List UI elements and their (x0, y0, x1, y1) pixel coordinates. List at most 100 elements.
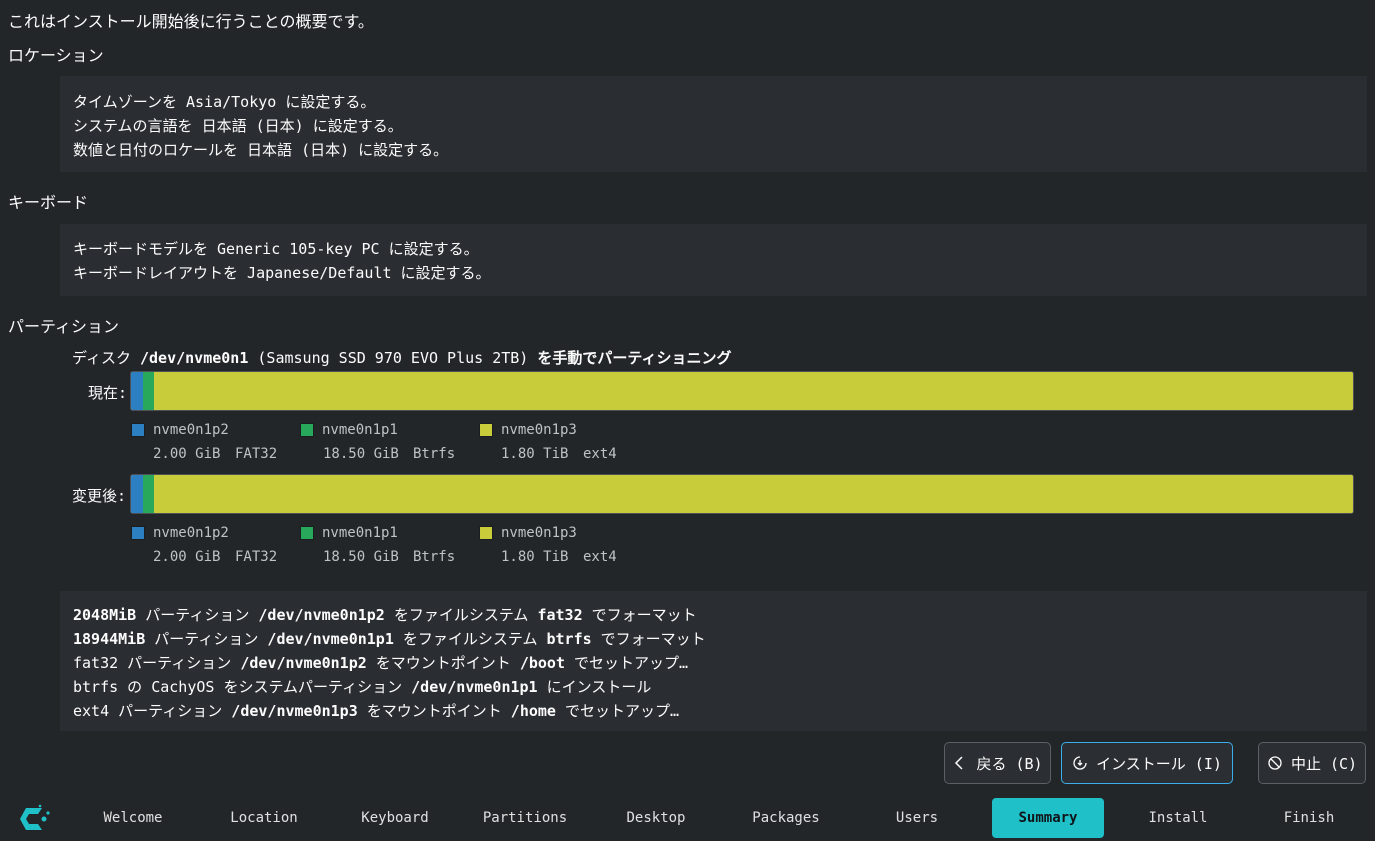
legend-item: nvme0n1p1 (300, 525, 398, 541)
op-text: でフォーマット (591, 630, 706, 648)
back-button-label: 戻る (B) (976, 754, 1043, 773)
location-panel: タイムゾーンを Asia/Tokyo に設定する。 システムの言語を 日本語 (… (60, 76, 1367, 172)
op-text: でセットアップ… (555, 702, 680, 720)
after-partition-bar (130, 474, 1354, 514)
op-text: をマウントポイント (357, 702, 511, 720)
step-keyboard[interactable]: Keyboard (339, 798, 451, 838)
disk-path: /dev/nvme0n1 (139, 349, 249, 367)
op-mount: /home (510, 702, 556, 720)
legend-name: nvme0n1p1 (322, 525, 398, 541)
after-label: 変更後: (72, 487, 127, 505)
bar-segment-p2 (131, 475, 143, 513)
legend-swatch (300, 526, 314, 540)
step-users[interactable]: Users (861, 798, 973, 838)
bar-segment-p3 (154, 372, 1353, 410)
operation-line: fat32 パーティション /dev/nvme0n1p2 をマウントポイント /… (73, 652, 688, 673)
bar-segment-p1 (143, 372, 154, 410)
disk-suffix: を手動でパーティショニング (537, 349, 732, 367)
op-device: /dev/nvme0n1p1 (411, 678, 538, 696)
op-fs: fat32 (73, 654, 119, 672)
cancel-button[interactable]: 中止 (C) (1258, 742, 1366, 784)
legend-swatch (300, 423, 314, 437)
legend-item: nvme0n1p2 (131, 422, 229, 438)
step-packages[interactable]: Packages (730, 798, 842, 838)
op-text: パーティション (145, 630, 268, 648)
op-fs: fat32 (537, 606, 583, 624)
legend-fs: FAT32 (235, 446, 278, 462)
legend-fs: Btrfs (413, 446, 456, 462)
legend-name: nvme0n1p2 (153, 525, 229, 541)
legend-item: nvme0n1p3 (479, 525, 577, 541)
legend-item: nvme0n1p2 (131, 525, 229, 541)
step-install[interactable]: Install (1122, 798, 1234, 838)
legend-swatch (131, 423, 145, 437)
legend-fs: ext4 (583, 446, 617, 462)
op-size: 18944MiB (73, 630, 146, 648)
location-line: タイムゾーンを Asia/Tokyo に設定する。 (73, 93, 376, 111)
location-line: 数値と日付のロケールを 日本語 (日本) に設定する。 (73, 141, 449, 159)
keyboard-line: キーボードモデルを Generic 105-key PC に設定する。 (73, 240, 479, 258)
op-text: でセットアップ… (564, 654, 689, 672)
legend-name: nvme0n1p3 (501, 422, 577, 438)
legend-size: 18.50 GiB (323, 549, 399, 565)
op-text: の CachyOS をシステムパーティション (118, 678, 412, 696)
op-device: /dev/nvme0n1p2 (258, 606, 385, 624)
cancel-button-label: 中止 (C) (1290, 754, 1358, 773)
step-desktop[interactable]: Desktop (600, 798, 712, 838)
summary-intro: これはインストール開始後に行うことの概要です。 (8, 12, 374, 31)
legend-size: 2.00 GiB (153, 446, 221, 462)
op-size: 2048MiB (73, 606, 137, 624)
op-text: にインストール (537, 678, 652, 696)
op-text: をファイルシステム (384, 606, 538, 624)
disk-description: ディスク /dev/nvme0n1 (Samsung SSD 970 EVO P… (72, 347, 731, 368)
legend-fs: Btrfs (413, 549, 456, 565)
operation-line: 18944MiB パーティション /dev/nvme0n1p1 をファイルシステ… (73, 628, 706, 649)
section-title-partitions: パーティション (8, 317, 120, 336)
bar-segment-p2 (131, 372, 143, 410)
section-title-location: ロケーション (8, 46, 104, 65)
legend-swatch (479, 423, 493, 437)
legend-fs: FAT32 (235, 549, 278, 565)
op-text: でフォーマット (582, 606, 697, 624)
install-button[interactable]: インストール (I) (1061, 742, 1233, 784)
legend-name: nvme0n1p3 (501, 525, 577, 541)
step-location[interactable]: Location (208, 798, 320, 838)
install-button-label: インストール (I) (1096, 754, 1222, 773)
legend-swatch (131, 526, 145, 540)
legend-size: 18.50 GiB (323, 446, 399, 462)
legend-item: nvme0n1p1 (300, 422, 398, 438)
step-summary[interactable]: Summary (992, 798, 1104, 838)
step-finish[interactable]: Finish (1253, 798, 1365, 838)
current-partition-bar (130, 371, 1354, 411)
operation-line: btrfs の CachyOS をシステムパーティション /dev/nvme0n… (73, 676, 651, 697)
keyboard-panel: キーボードモデルを Generic 105-key PC に設定する。 キーボー… (60, 224, 1367, 296)
operation-line: 2048MiB パーティション /dev/nvme0n1p2 をファイルシステム… (73, 604, 697, 625)
op-fs: btrfs (546, 630, 592, 648)
partition-operations-panel: 2048MiB パーティション /dev/nvme0n1p2 をファイルシステム… (60, 591, 1367, 731)
legend-size: 1.80 TiB (501, 549, 569, 565)
op-fs: btrfs (73, 678, 119, 696)
op-text: パーティション (118, 654, 241, 672)
current-label: 現在: (88, 384, 128, 402)
step-welcome[interactable]: Welcome (77, 798, 189, 838)
legend-fs: ext4 (583, 549, 617, 565)
legend-name: nvme0n1p1 (322, 422, 398, 438)
bar-segment-p3 (154, 475, 1353, 513)
legend-swatch (479, 526, 493, 540)
chevron-left-icon (955, 756, 963, 770)
step-partitions[interactable]: Partitions (469, 798, 581, 838)
bar-segment-p1 (143, 475, 154, 513)
op-text: パーティション (136, 606, 259, 624)
legend-name: nvme0n1p2 (153, 422, 229, 438)
keyboard-line: キーボードレイアウトを Japanese/Default に設定する。 (73, 264, 491, 282)
op-fs: ext4 (73, 702, 110, 720)
op-text: をマウントポイント (366, 654, 520, 672)
op-device: /dev/nvme0n1p2 (240, 654, 367, 672)
legend-size: 2.00 GiB (153, 549, 221, 565)
op-text: パーティション (109, 702, 232, 720)
section-title-keyboard: キーボード (8, 193, 89, 212)
back-button[interactable]: 戻る (B) (944, 742, 1051, 784)
cancel-icon (1268, 756, 1282, 770)
disk-model: (Samsung SSD 970 EVO Plus 2TB) (257, 349, 529, 367)
op-mount: /boot (519, 654, 565, 672)
